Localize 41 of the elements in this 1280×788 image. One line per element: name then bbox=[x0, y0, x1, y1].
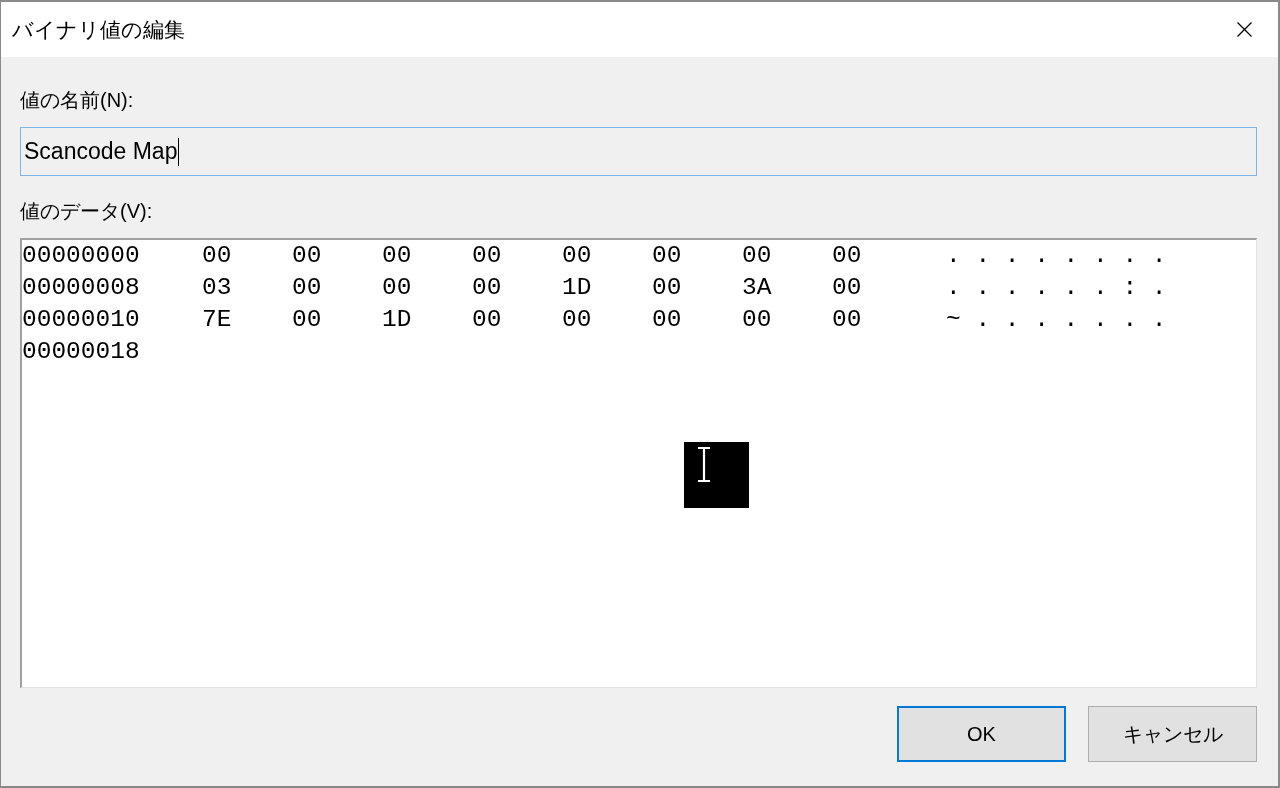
address-text: 00000008 bbox=[22, 273, 140, 303]
hex-byte-text: 00 bbox=[382, 241, 412, 271]
ok-button[interactable]: OK bbox=[897, 706, 1066, 762]
hex-byte-text: 3A bbox=[742, 273, 772, 303]
hex-byte-text: 00 bbox=[562, 305, 592, 335]
text-cursor-icon bbox=[684, 442, 749, 508]
ascii-text: ........ bbox=[946, 241, 1182, 271]
hex-byte-text: 00 bbox=[472, 305, 502, 335]
ascii-text: ......:. bbox=[946, 273, 1182, 303]
window-title: バイナリ値の編集 bbox=[12, 16, 185, 43]
text-caret-icon bbox=[178, 137, 180, 166]
hex-byte-text: 00 bbox=[202, 241, 232, 271]
name-field[interactable]: Scancode Map bbox=[20, 127, 1257, 176]
ascii-text: ~....... bbox=[946, 305, 1182, 335]
hex-byte-text: 00 bbox=[472, 241, 502, 271]
hex-editor-field[interactable]: 00000000 00 00 00 00 00 00 00 00 ........ 00000008 03 00 00 00 1D 00 3A 00 ......:. 00000010 7E 00 1D 00 00 00 00 00 ~....... 00000018 bbox=[20, 238, 1257, 688]
hex-byte-text: 00 bbox=[832, 273, 862, 303]
cancel-button[interactable]: キャンセル bbox=[1088, 706, 1257, 762]
hex-byte-text: 03 bbox=[202, 273, 232, 303]
hex-byte-text: 00 bbox=[832, 241, 862, 271]
hex-byte-text: 00 bbox=[472, 273, 502, 303]
hex-byte-text: 00 bbox=[292, 273, 322, 303]
hex-byte-text: 1D bbox=[562, 273, 592, 303]
hex-byte-text: 00 bbox=[832, 305, 862, 335]
hex-byte-text: 00 bbox=[652, 305, 682, 335]
hex-byte-text: 00 bbox=[562, 241, 592, 271]
address-text: 00000018 bbox=[22, 337, 140, 367]
hex-byte-text: 00 bbox=[652, 241, 682, 271]
hex-byte-text: 00 bbox=[652, 273, 682, 303]
hex-byte-text: 00 bbox=[742, 241, 772, 271]
field-label: 値の名前(N): bbox=[20, 88, 134, 112]
hex-byte-text: 00 bbox=[292, 241, 322, 271]
address-text: 00000000 bbox=[22, 241, 140, 271]
field-label: 値のデータ(V): bbox=[20, 199, 153, 223]
close-icon[interactable] bbox=[1237, 22, 1252, 37]
hex-byte-text: 00 bbox=[292, 305, 322, 335]
hex-byte-text: 00 bbox=[382, 273, 412, 303]
hex-byte-text: 7E bbox=[202, 305, 232, 335]
address-text: 00000010 bbox=[22, 305, 140, 335]
hex-byte-text: 00 bbox=[742, 305, 772, 335]
hex-byte-text: 1D bbox=[382, 305, 412, 335]
